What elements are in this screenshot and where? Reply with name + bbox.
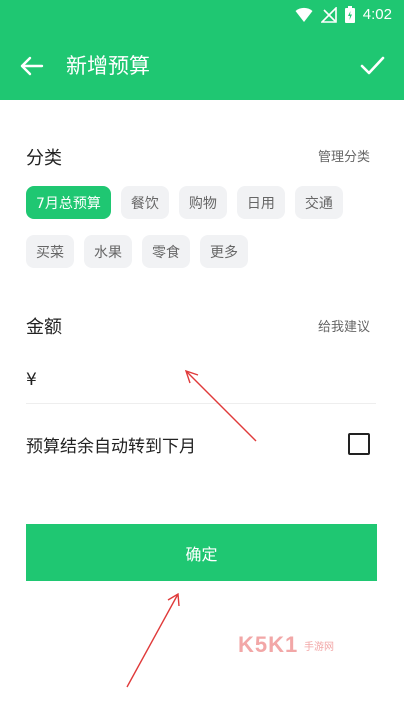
suggest-link[interactable]: 给我建议 (318, 316, 370, 335)
currency-symbol: ¥ (26, 370, 37, 390)
chip-groceries[interactable]: 买菜 (26, 235, 74, 268)
watermark-logo: K5K1 (238, 632, 299, 657)
rollover-label: 预算结余自动转到下月 (26, 437, 196, 457)
chip-row-2: 买菜 水果 零食 更多 (26, 235, 386, 268)
chip-fruit[interactable]: 水果 (84, 235, 132, 268)
watermark-subtext: 手游网 (304, 642, 334, 653)
wifi-icon (295, 7, 313, 22)
chip-dining[interactable]: 餐饮 (120, 186, 169, 219)
status-bar: 4:02 (0, 0, 404, 30)
rollover-checkbox[interactable] (348, 433, 370, 455)
category-chips: 7月总预算 餐饮 购物 日用 交通 买菜 水果 零食 更多 (26, 186, 386, 284)
status-icons: 4:02 (295, 6, 392, 23)
chip-more[interactable]: 更多 (200, 235, 248, 268)
chip-monthly-total-budget[interactable]: 7月总预算 (26, 186, 111, 219)
chip-snacks[interactable]: 零食 (142, 235, 190, 268)
back-arrow-icon[interactable] (18, 52, 46, 80)
confirm-button[interactable]: 确定 (26, 524, 377, 581)
chip-row-1: 7月总预算 餐饮 购物 日用 交通 (26, 186, 386, 219)
amount-title: 金额 (26, 317, 62, 338)
no-signal-icon (320, 6, 337, 23)
manage-categories-link[interactable]: 管理分类 (318, 146, 370, 165)
page-title: 新增预算 (66, 54, 150, 78)
annotation-arrows (126, 369, 257, 688)
chip-transport[interactable]: 交通 (294, 186, 343, 219)
check-icon[interactable] (358, 51, 386, 79)
category-title: 分类 (26, 148, 62, 169)
status-time: 4:02 (362, 6, 392, 23)
chip-daily-use[interactable]: 日用 (236, 186, 285, 219)
battery-icon (344, 6, 355, 23)
amount-input[interactable]: ¥ (26, 364, 376, 404)
chip-shopping[interactable]: 购物 (178, 186, 227, 219)
arrow-to-confirm (126, 592, 180, 688)
app-bar: 新增预算 (0, 30, 404, 100)
